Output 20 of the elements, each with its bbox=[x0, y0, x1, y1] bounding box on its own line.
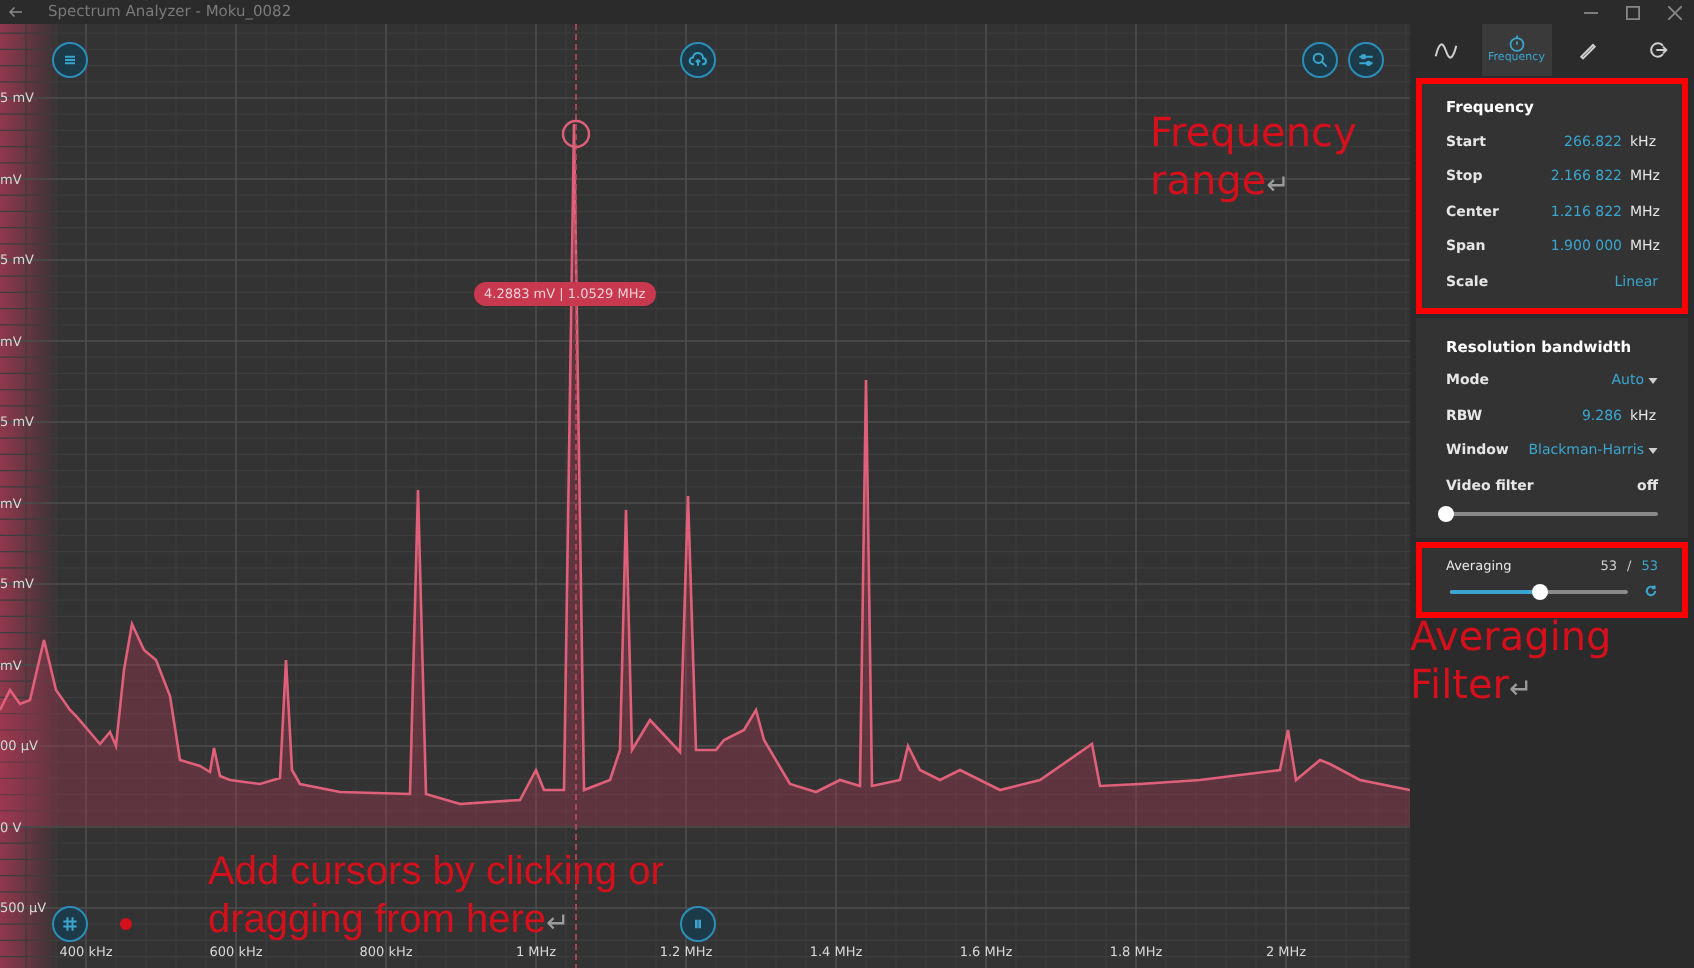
close-icon[interactable] bbox=[1668, 5, 1682, 19]
annotation-text: Add cursors by clicking or dragging from here↵ bbox=[208, 848, 666, 946]
maximize-icon[interactable] bbox=[1626, 5, 1640, 19]
slider-thumb[interactable] bbox=[1438, 505, 1454, 521]
cursor-marker-icon[interactable] bbox=[120, 918, 132, 930]
caret-icon[interactable] bbox=[1648, 447, 1658, 454]
sliders-icon[interactable] bbox=[1348, 42, 1384, 78]
exit-icon bbox=[1648, 40, 1669, 60]
cloud-upload-icon[interactable] bbox=[680, 42, 716, 78]
search-icon[interactable] bbox=[1302, 42, 1338, 78]
annotation-text: Frequency range↵ bbox=[1150, 108, 1359, 208]
caret-icon[interactable] bbox=[1648, 377, 1658, 384]
back-arrow-icon[interactable] bbox=[8, 6, 24, 18]
annotation-text: Averaging Filter↵ bbox=[1410, 612, 1614, 712]
pause-icon[interactable] bbox=[680, 906, 716, 942]
pencil-icon bbox=[1577, 40, 1598, 60]
stopwatch-icon bbox=[1507, 34, 1526, 52]
slider-thumb[interactable] bbox=[1532, 583, 1549, 599]
refresh-icon[interactable] bbox=[1644, 584, 1658, 598]
sine-wave-icon bbox=[1433, 41, 1458, 59]
